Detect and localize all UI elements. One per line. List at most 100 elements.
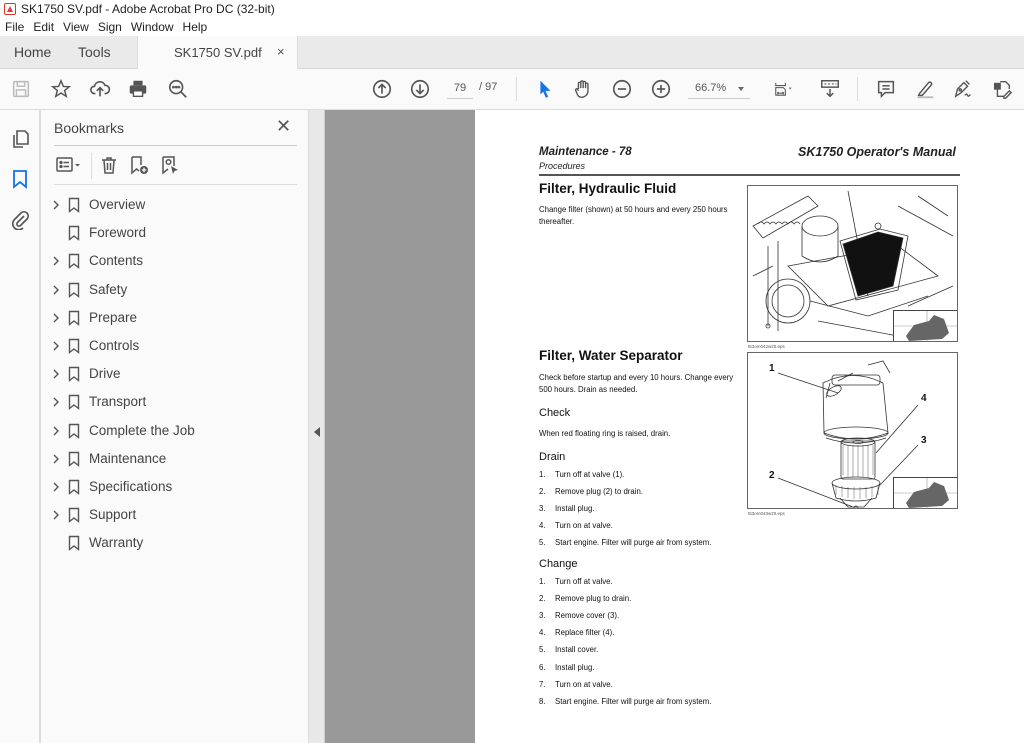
bookmark-label: Transport [89,394,147,410]
menu-help[interactable]: Help [183,20,208,34]
bookmark-icon [68,197,80,213]
step-text: Turn off at valve (1). [555,470,625,479]
search-zoom-icon[interactable] [166,77,190,101]
previous-page-button[interactable] [370,77,394,101]
collapse-panel-icon[interactable] [314,427,320,437]
menu-sign[interactable]: Sign [98,20,122,34]
toolbar-divider [516,77,517,101]
chevron-right-icon[interactable] [51,283,61,297]
bookmark-icon [68,451,80,467]
menu-file[interactable]: File [5,20,24,34]
bookmark-item[interactable]: Prepare [41,304,309,332]
bookmark-item[interactable]: Specifications [41,473,309,501]
tab-tools[interactable]: Tools [78,36,111,69]
chevron-right-icon[interactable] [51,198,61,212]
step-item: 1. Turn off at valve (1). [539,470,624,479]
zoom-out-icon[interactable] [610,77,634,101]
chevron-right-icon[interactable] [51,452,61,466]
panel-divider [54,145,297,146]
menu-view[interactable]: View [63,20,89,34]
callout-2: 2 [769,470,775,481]
step-text: Remove plug (2) to drain. [555,487,643,497]
step-item: 6. Install plug. [539,663,594,672]
step-text: Install plug. [555,504,595,514]
page-number-input[interactable]: 79 [447,79,473,99]
bookmark-item[interactable]: Support [41,501,309,529]
page-thumbnails-icon[interactable] [9,128,31,150]
bookmark-item[interactable]: Contents [41,247,309,275]
step-item: 3. Install plug. [539,504,594,513]
close-panel-icon[interactable]: ✕ [276,116,291,137]
attachments-icon[interactable] [9,208,31,231]
menu-window[interactable]: Window [131,20,174,34]
bookmark-item[interactable]: Warranty [41,529,309,557]
comment-icon[interactable] [874,77,898,101]
highlight-icon[interactable] [913,77,937,101]
step-text: Replace filter (4). [555,628,615,638]
chevron-right-icon[interactable] [51,254,61,268]
bookmark-item[interactable]: Drive [41,360,309,388]
bookmark-item[interactable]: Controls [41,332,309,360]
zoom-level-dropdown[interactable]: 66.7% [688,79,750,99]
bookmarks-panel-icon[interactable] [9,168,31,190]
step-number: 8. [539,696,546,706]
callout-1: 1 [769,363,775,374]
step-item: 1. Turn off at valve. [539,577,613,586]
panel-splitter[interactable] [308,110,325,743]
find-bookmark-icon[interactable] [160,153,180,177]
step-item: 5. Start engine. Filter will purge air fr… [539,538,711,547]
step-text: Install cover. [555,645,599,655]
bookmark-item[interactable]: Complete the Job [41,417,309,445]
next-page-button[interactable] [408,77,432,101]
options-menu-icon[interactable] [54,153,84,177]
step-number: 1. [539,470,546,479]
hand-icon[interactable] [571,77,595,101]
new-bookmark-icon[interactable] [129,153,149,177]
chevron-right-icon[interactable] [51,424,61,438]
bookmark-item[interactable]: Foreword [41,219,309,247]
bookmark-label: Complete the Job [89,422,195,438]
chevron-right-icon[interactable] [51,339,61,353]
bookmark-label: Maintenance [89,450,167,466]
zoom-in-icon[interactable] [649,77,673,101]
close-tab-icon[interactable]: × [277,44,285,59]
print-icon[interactable] [126,77,150,101]
chevron-down-icon [738,87,744,91]
bookmark-label: Foreword [89,225,147,241]
bookmarks-panel: Bookmarks ✕ Overview Foreword Contents Safe… [40,110,308,743]
chevron-right-icon[interactable] [51,480,61,494]
bookmark-item[interactable]: Maintenance [41,445,309,473]
step-item: 3. Remove cover (3). [539,611,619,620]
step-text: Install plug. [555,662,595,672]
menu-edit[interactable]: Edit [33,20,54,34]
save-icon[interactable] [9,77,33,101]
page-fit-icon[interactable] [768,77,800,101]
chevron-right-icon[interactable] [51,367,61,381]
tab-bar: Home Tools SK1750 SV.pdf × [0,36,1024,70]
step-item: 7. Turn on at valve. [539,680,613,689]
water-separator-illustration: 1 2 3 4 [747,352,958,509]
tab-document[interactable]: SK1750 SV.pdf × [137,36,298,70]
zoom-level-value: 66.7% [695,82,727,94]
bookmark-item[interactable]: Overview [41,191,309,219]
step-number: 2. [539,487,546,497]
scroll-mode-icon[interactable] [818,77,842,101]
step-item: 4. Turn on at valve. [539,521,613,530]
document-viewer[interactable]: Maintenance - 78 Procedures SK1750 Opera… [325,110,1024,743]
step-text: Turn off at valve. [555,577,613,586]
sign-icon[interactable] [951,77,975,101]
chevron-right-icon[interactable] [51,395,61,409]
edit-share-icon[interactable] [990,77,1014,101]
bookmark-item[interactable]: Transport [41,388,309,416]
delete-bookmark-icon[interactable] [99,153,119,177]
chevron-right-icon[interactable] [51,508,61,522]
callout-4: 4 [921,393,927,404]
bookmark-item[interactable]: Safety [41,276,309,304]
step-text: Remove plug to drain. [555,594,632,604]
upload-cloud-icon[interactable] [88,77,112,101]
chevron-right-icon[interactable] [51,311,61,325]
bookmark-star-icon[interactable] [49,77,73,101]
tab-home[interactable]: Home [14,36,51,69]
select-cursor-icon[interactable] [533,77,557,101]
step-number: 3. [539,504,546,514]
